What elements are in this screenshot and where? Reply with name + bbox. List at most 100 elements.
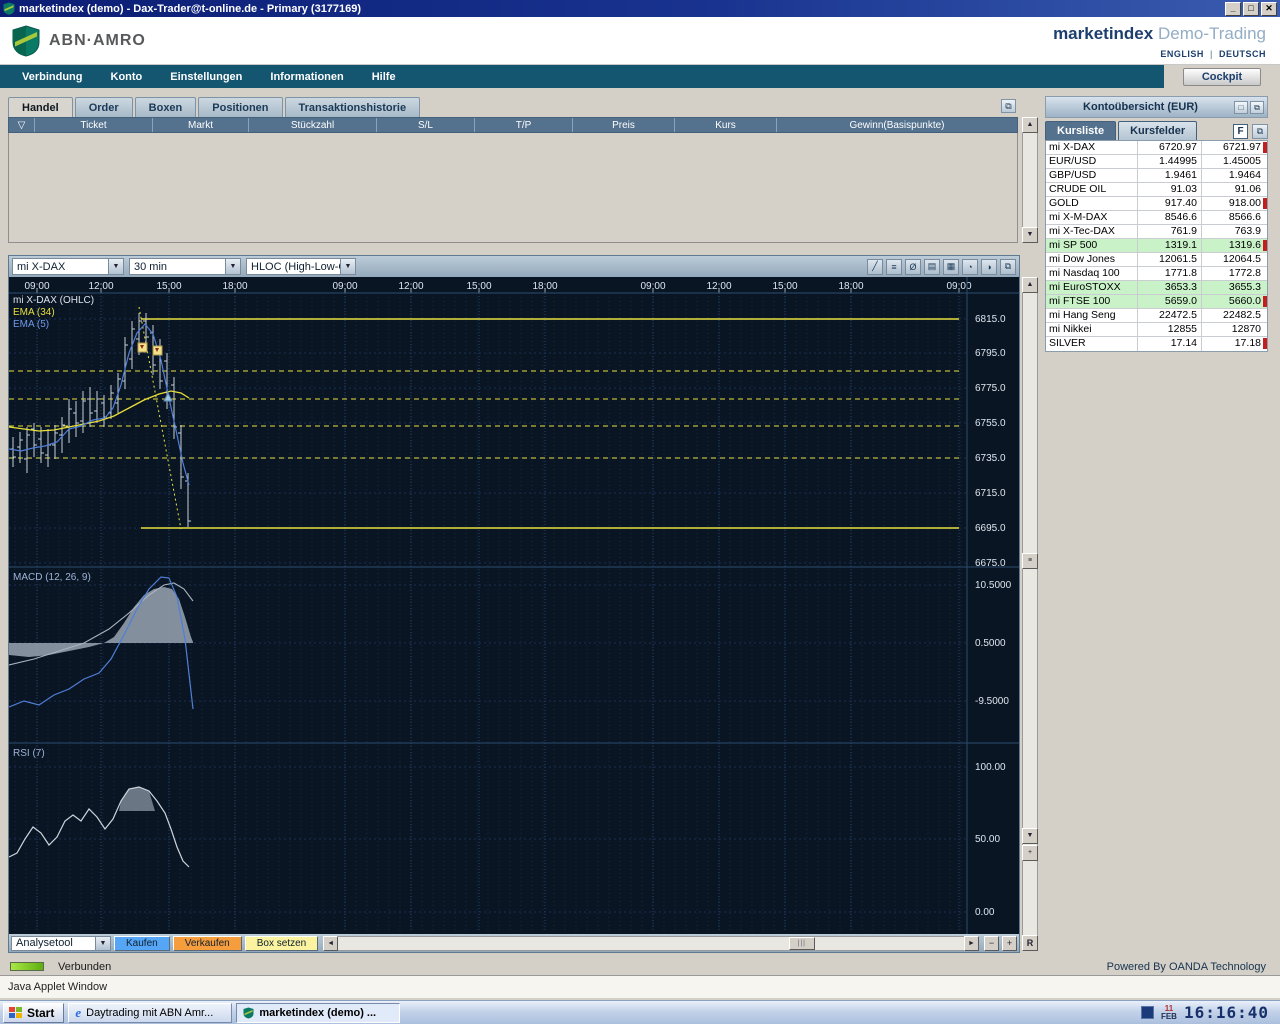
tray-app-icon[interactable] bbox=[1140, 1006, 1154, 1019]
buy-button[interactable]: Kaufen bbox=[114, 935, 170, 951]
menu-item-informationen[interactable]: Informationen bbox=[256, 65, 357, 88]
quote-ask: 763.9 bbox=[1234, 225, 1261, 237]
tab-order[interactable]: Order bbox=[74, 97, 133, 117]
sidebar-detach-icon[interactable]: ⧉ bbox=[1252, 124, 1268, 139]
quote-row-eur-usd[interactable]: EUR/USD 1.44995 1.45005 bbox=[1046, 155, 1267, 169]
tab-boxen[interactable]: Boxen bbox=[134, 97, 197, 117]
quote-ask: 17.18 bbox=[1234, 337, 1261, 349]
detach-icon[interactable]: ⧉ bbox=[1250, 100, 1264, 114]
analysetool-select[interactable]: Analysetool ▼ bbox=[11, 935, 111, 951]
column-header-t-p[interactable]: T/P bbox=[475, 118, 573, 132]
column-header-preis[interactable]: Preis bbox=[573, 118, 675, 132]
scroll-track[interactable]: ||| bbox=[338, 935, 964, 951]
lang-english-link[interactable]: ENGLISH bbox=[1160, 49, 1204, 59]
reset-button[interactable]: R bbox=[1022, 935, 1038, 951]
taskbar-item-marketindex[interactable]: marketindex (demo) ... bbox=[236, 1002, 401, 1023]
draw-hline-icon[interactable]: ≡ bbox=[886, 258, 902, 275]
quote-row-mi-x-m-dax[interactable]: mi X-M-DAX 8546.6 8566.6 bbox=[1046, 211, 1267, 225]
quote-row-gbp-usd[interactable]: GBP/USD 1.9461 1.9464 bbox=[1046, 169, 1267, 183]
menu-item-einstellungen[interactable]: Einstellungen bbox=[156, 65, 256, 88]
zoom-in-icon[interactable]: + bbox=[1022, 845, 1038, 861]
detach-chart-icon[interactable]: ⧉ bbox=[1000, 258, 1016, 275]
quote-row-mi-eurostoxx[interactable]: mi EuroSTOXX 3653.3 3655.3 bbox=[1046, 281, 1267, 295]
indicator-icon[interactable]: Ø bbox=[905, 258, 921, 275]
quote-row-crude-oil[interactable]: CRUDE OIL 91.03 91.06 bbox=[1046, 183, 1267, 197]
trade-detach-icon[interactable]: ⧉ bbox=[1001, 99, 1016, 113]
column-header-kurs[interactable]: Kurs bbox=[675, 118, 777, 132]
f-button[interactable]: F bbox=[1233, 124, 1248, 139]
chevron-down-icon[interactable]: ▼ bbox=[108, 259, 123, 274]
trade-table-scrollbar[interactable]: ▲ ▼ bbox=[1022, 117, 1038, 243]
restore-icon[interactable]: □ bbox=[1234, 100, 1248, 114]
svg-text:18:00: 18:00 bbox=[222, 281, 247, 292]
scroll-down-icon[interactable]: ▼ bbox=[1022, 828, 1038, 844]
maximize-icon[interactable]: □ bbox=[1243, 1, 1259, 16]
quote-name: mi Hang Seng bbox=[1046, 309, 1138, 322]
scroll-track[interactable] bbox=[1022, 117, 1038, 243]
quote-row-mi-nasdaq-100[interactable]: mi Nasdaq 100 1771.8 1772.8 bbox=[1046, 267, 1267, 281]
quote-ask: 12870 bbox=[1231, 323, 1261, 335]
clock-half-icon[interactable]: ◑ bbox=[981, 258, 997, 275]
symbol-select-value: mi X-DAX bbox=[17, 260, 66, 273]
column-header-ticket[interactable]: Ticket bbox=[35, 118, 153, 132]
scroll-up-icon[interactable]: ▲ bbox=[1022, 277, 1038, 293]
chevron-down-icon[interactable]: ▼ bbox=[340, 259, 355, 274]
tab-kursfelder[interactable]: Kursfelder bbox=[1118, 121, 1198, 140]
scroll-thumb[interactable]: ||| bbox=[788, 936, 815, 950]
box-setzen-button[interactable]: Box setzen bbox=[244, 935, 319, 951]
column-header-st-ckzahl[interactable]: Stückzahl bbox=[249, 118, 377, 132]
menu-item-verbindung[interactable]: Verbindung bbox=[8, 65, 97, 88]
clock-quarter-icon[interactable]: ◔ bbox=[962, 258, 978, 275]
quote-row-silver[interactable]: SILVER 17.14 17.18 bbox=[1046, 337, 1267, 351]
chevron-down-icon[interactable]: ▼ bbox=[225, 259, 240, 274]
scroll-left-icon[interactable]: ◄ bbox=[323, 935, 339, 951]
quote-row-mi-nikkei[interactable]: mi Nikkei 12855 12870 bbox=[1046, 323, 1267, 337]
quote-row-mi-x-dax[interactable]: mi X-DAX 6720.97 6721.97 bbox=[1046, 141, 1267, 155]
column-header-gewinn-basispunkte[interactable]: Gewinn(Basispunkte) bbox=[777, 118, 1017, 132]
scroll-right-icon[interactable]: ► bbox=[964, 935, 979, 951]
window-titlebar[interactable]: marketindex (demo) - Dax-Trader@t-online… bbox=[0, 0, 1280, 17]
cockpit-button[interactable]: Cockpit bbox=[1182, 67, 1262, 86]
svg-text:0.5000: 0.5000 bbox=[975, 638, 1006, 649]
menu-item-konto[interactable]: Konto bbox=[97, 65, 157, 88]
grid-large-icon[interactable]: ▦ bbox=[943, 258, 959, 275]
tab-handel[interactable]: Handel bbox=[8, 97, 73, 117]
quote-bid: 6720.97 bbox=[1138, 141, 1202, 154]
quote-row-mi-x-tec-dax[interactable]: mi X-Tec-DAX 761.9 763.9 bbox=[1046, 225, 1267, 239]
filter-icon[interactable]: ▽ bbox=[9, 118, 35, 132]
tab-positionen[interactable]: Positionen bbox=[198, 97, 283, 117]
chart-vscrollbar[interactable]: ▲ ≡ ▼ + R bbox=[1022, 277, 1038, 951]
draw-trendline-icon[interactable]: ╱ bbox=[867, 258, 883, 275]
quote-row-mi-dow-jones[interactable]: mi Dow Jones 12061.5 12064.5 bbox=[1046, 253, 1267, 267]
taskbar-item-browser[interactable]: e Daytrading mit ABN Amr... bbox=[68, 1002, 233, 1023]
tab-kursliste[interactable]: Kursliste bbox=[1045, 121, 1117, 140]
sell-button[interactable]: Verkaufen bbox=[172, 935, 242, 951]
quote-row-mi-ftse-100[interactable]: mi FTSE 100 5659.0 5660.0 bbox=[1046, 295, 1267, 309]
chart-hscrollbar[interactable]: ◄ ||| ► bbox=[323, 935, 979, 951]
menu-item-hilfe[interactable]: Hilfe bbox=[358, 65, 410, 88]
price-chart[interactable]: 09:00 12:00 15:00 18:00 09:00 12:00 15:00 18:00… bbox=[9, 277, 1019, 934]
scroll-down-icon[interactable]: ▼ bbox=[1022, 227, 1038, 243]
quote-row-gold[interactable]: GOLD 917.40 918.00 bbox=[1046, 197, 1267, 211]
column-header-markt[interactable]: Markt bbox=[153, 118, 249, 132]
quote-row-mi-hang-seng[interactable]: mi Hang Seng 22472.5 22482.5 bbox=[1046, 309, 1267, 323]
svg-text:100.00: 100.00 bbox=[975, 762, 1006, 773]
quote-bid: 5659.0 bbox=[1138, 295, 1202, 308]
quote-row-mi-sp-500[interactable]: mi SP 500 1319.1 1319.6 bbox=[1046, 239, 1267, 253]
grid-small-icon[interactable]: ▤ bbox=[924, 258, 940, 275]
lang-deutsch-link[interactable]: DEUTSCH bbox=[1219, 49, 1266, 59]
tab-transaktionshistorie[interactable]: Transaktionshistorie bbox=[284, 97, 421, 117]
zoom-in-icon[interactable]: + bbox=[1002, 935, 1017, 951]
scroll-up-icon[interactable]: ▲ bbox=[1022, 117, 1038, 133]
interval-select[interactable]: 30 min ▼ bbox=[129, 258, 241, 275]
close-icon[interactable]: ✕ bbox=[1261, 1, 1277, 16]
column-header-s-l[interactable]: S/L bbox=[377, 118, 475, 132]
start-button[interactable]: Start bbox=[3, 1002, 65, 1023]
chart-type-select[interactable]: HLOC (High-Low-Op ▼ bbox=[246, 258, 356, 275]
minimize-icon[interactable]: _ bbox=[1225, 1, 1241, 16]
symbol-select[interactable]: mi X-DAX ▼ bbox=[12, 258, 124, 275]
panel-splitter-handle[interactable]: ≡ bbox=[1022, 553, 1038, 569]
chevron-down-icon[interactable]: ▼ bbox=[95, 936, 110, 950]
trade-grid-body[interactable] bbox=[8, 133, 1018, 243]
zoom-out-icon[interactable]: − bbox=[984, 935, 999, 951]
